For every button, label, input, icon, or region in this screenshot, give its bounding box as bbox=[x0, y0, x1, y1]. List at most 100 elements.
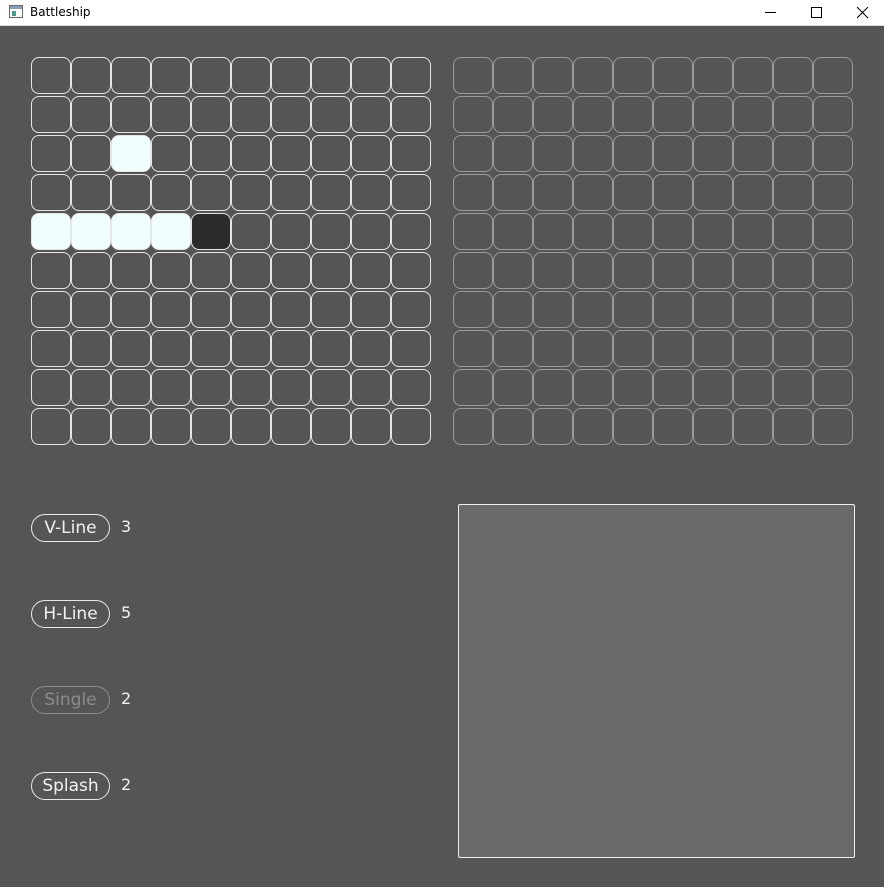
player-cell-r5-c8[interactable] bbox=[351, 252, 391, 289]
enemy-cell-r3-c0[interactable] bbox=[453, 174, 493, 211]
enemy-cell-r6-c5[interactable] bbox=[653, 291, 693, 328]
enemy-cell-r3-c4[interactable] bbox=[613, 174, 653, 211]
player-cell-r5-c5[interactable] bbox=[231, 252, 271, 289]
player-cell-r1-c7[interactable] bbox=[311, 96, 351, 133]
player-cell-r0-c2[interactable] bbox=[111, 57, 151, 94]
player-cell-r5-c9[interactable] bbox=[391, 252, 431, 289]
player-cell-r4-c8[interactable] bbox=[351, 213, 391, 250]
enemy-cell-r6-c4[interactable] bbox=[613, 291, 653, 328]
enemy-cell-r5-c5[interactable] bbox=[653, 252, 693, 289]
player-cell-r4-c4[interactable] bbox=[191, 213, 231, 250]
enemy-cell-r7-c4[interactable] bbox=[613, 330, 653, 367]
player-cell-r5-c3[interactable] bbox=[151, 252, 191, 289]
enemy-cell-r6-c0[interactable] bbox=[453, 291, 493, 328]
enemy-cell-r1-c6[interactable] bbox=[693, 96, 733, 133]
player-cell-r2-c0[interactable] bbox=[31, 135, 71, 172]
enemy-cell-r7-c8[interactable] bbox=[773, 330, 813, 367]
player-cell-r5-c1[interactable] bbox=[71, 252, 111, 289]
enemy-cell-r6-c7[interactable] bbox=[733, 291, 773, 328]
enemy-cell-r3-c9[interactable] bbox=[813, 174, 853, 211]
enemy-cell-r9-c1[interactable] bbox=[493, 408, 533, 445]
player-cell-r0-c0[interactable] bbox=[31, 57, 71, 94]
player-cell-r2-c1[interactable] bbox=[71, 135, 111, 172]
enemy-cell-r3-c5[interactable] bbox=[653, 174, 693, 211]
enemy-cell-r9-c0[interactable] bbox=[453, 408, 493, 445]
enemy-cell-r7-c1[interactable] bbox=[493, 330, 533, 367]
enemy-cell-r9-c6[interactable] bbox=[693, 408, 733, 445]
player-cell-r5-c4[interactable] bbox=[191, 252, 231, 289]
enemy-cell-r1-c3[interactable] bbox=[573, 96, 613, 133]
player-cell-r3-c4[interactable] bbox=[191, 174, 231, 211]
enemy-cell-r6-c2[interactable] bbox=[533, 291, 573, 328]
enemy-cell-r4-c7[interactable] bbox=[733, 213, 773, 250]
player-cell-r2-c7[interactable] bbox=[311, 135, 351, 172]
player-cell-r1-c3[interactable] bbox=[151, 96, 191, 133]
enemy-cell-r8-c7[interactable] bbox=[733, 369, 773, 406]
player-cell-r3-c6[interactable] bbox=[271, 174, 311, 211]
enemy-cell-r4-c4[interactable] bbox=[613, 213, 653, 250]
player-cell-r7-c8[interactable] bbox=[351, 330, 391, 367]
enemy-cell-r5-c3[interactable] bbox=[573, 252, 613, 289]
enemy-cell-r7-c6[interactable] bbox=[693, 330, 733, 367]
player-cell-r6-c4[interactable] bbox=[191, 291, 231, 328]
player-cell-r6-c1[interactable] bbox=[71, 291, 111, 328]
enemy-cell-r8-c9[interactable] bbox=[813, 369, 853, 406]
enemy-cell-r1-c7[interactable] bbox=[733, 96, 773, 133]
player-cell-r0-c8[interactable] bbox=[351, 57, 391, 94]
player-cell-r8-c9[interactable] bbox=[391, 369, 431, 406]
player-cell-r1-c1[interactable] bbox=[71, 96, 111, 133]
enemy-cell-r5-c7[interactable] bbox=[733, 252, 773, 289]
player-cell-r6-c6[interactable] bbox=[271, 291, 311, 328]
enemy-cell-r5-c8[interactable] bbox=[773, 252, 813, 289]
player-cell-r9-c9[interactable] bbox=[391, 408, 431, 445]
player-cell-r4-c0[interactable] bbox=[31, 213, 71, 250]
enemy-cell-r7-c0[interactable] bbox=[453, 330, 493, 367]
enemy-cell-r2-c3[interactable] bbox=[573, 135, 613, 172]
enemy-cell-r3-c6[interactable] bbox=[693, 174, 733, 211]
enemy-cell-r4-c8[interactable] bbox=[773, 213, 813, 250]
enemy-cell-r0-c1[interactable] bbox=[493, 57, 533, 94]
player-cell-r5-c2[interactable] bbox=[111, 252, 151, 289]
player-cell-r1-c8[interactable] bbox=[351, 96, 391, 133]
player-cell-r0-c3[interactable] bbox=[151, 57, 191, 94]
enemy-cell-r2-c2[interactable] bbox=[533, 135, 573, 172]
enemy-cell-r7-c9[interactable] bbox=[813, 330, 853, 367]
enemy-cell-r4-c3[interactable] bbox=[573, 213, 613, 250]
enemy-cell-r8-c5[interactable] bbox=[653, 369, 693, 406]
player-cell-r4-c2[interactable] bbox=[111, 213, 151, 250]
player-cell-r0-c5[interactable] bbox=[231, 57, 271, 94]
enemy-cell-r5-c0[interactable] bbox=[453, 252, 493, 289]
player-cell-r9-c1[interactable] bbox=[71, 408, 111, 445]
enemy-cell-r0-c5[interactable] bbox=[653, 57, 693, 94]
player-cell-r1-c9[interactable] bbox=[391, 96, 431, 133]
enemy-cell-r6-c3[interactable] bbox=[573, 291, 613, 328]
enemy-cell-r9-c7[interactable] bbox=[733, 408, 773, 445]
enemy-cell-r9-c3[interactable] bbox=[573, 408, 613, 445]
enemy-cell-r4-c1[interactable] bbox=[493, 213, 533, 250]
enemy-cell-r4-c0[interactable] bbox=[453, 213, 493, 250]
player-cell-r0-c7[interactable] bbox=[311, 57, 351, 94]
enemy-cell-r8-c8[interactable] bbox=[773, 369, 813, 406]
enemy-cell-r0-c9[interactable] bbox=[813, 57, 853, 94]
player-cell-r6-c7[interactable] bbox=[311, 291, 351, 328]
player-cell-r7-c0[interactable] bbox=[31, 330, 71, 367]
enemy-cell-r6-c8[interactable] bbox=[773, 291, 813, 328]
player-cell-r0-c9[interactable] bbox=[391, 57, 431, 94]
enemy-cell-r9-c5[interactable] bbox=[653, 408, 693, 445]
enemy-cell-r3-c8[interactable] bbox=[773, 174, 813, 211]
player-cell-r7-c6[interactable] bbox=[271, 330, 311, 367]
player-cell-r8-c5[interactable] bbox=[231, 369, 271, 406]
player-cell-r8-c6[interactable] bbox=[271, 369, 311, 406]
enemy-cell-r1-c2[interactable] bbox=[533, 96, 573, 133]
enemy-cell-r6-c1[interactable] bbox=[493, 291, 533, 328]
player-cell-r8-c0[interactable] bbox=[31, 369, 71, 406]
player-cell-r0-c6[interactable] bbox=[271, 57, 311, 94]
player-cell-r4-c5[interactable] bbox=[231, 213, 271, 250]
enemy-cell-r9-c4[interactable] bbox=[613, 408, 653, 445]
enemy-cell-r9-c2[interactable] bbox=[533, 408, 573, 445]
enemy-cell-r5-c9[interactable] bbox=[813, 252, 853, 289]
player-cell-r3-c5[interactable] bbox=[231, 174, 271, 211]
enemy-cell-r2-c7[interactable] bbox=[733, 135, 773, 172]
close-button[interactable] bbox=[840, 0, 884, 26]
player-cell-r6-c0[interactable] bbox=[31, 291, 71, 328]
